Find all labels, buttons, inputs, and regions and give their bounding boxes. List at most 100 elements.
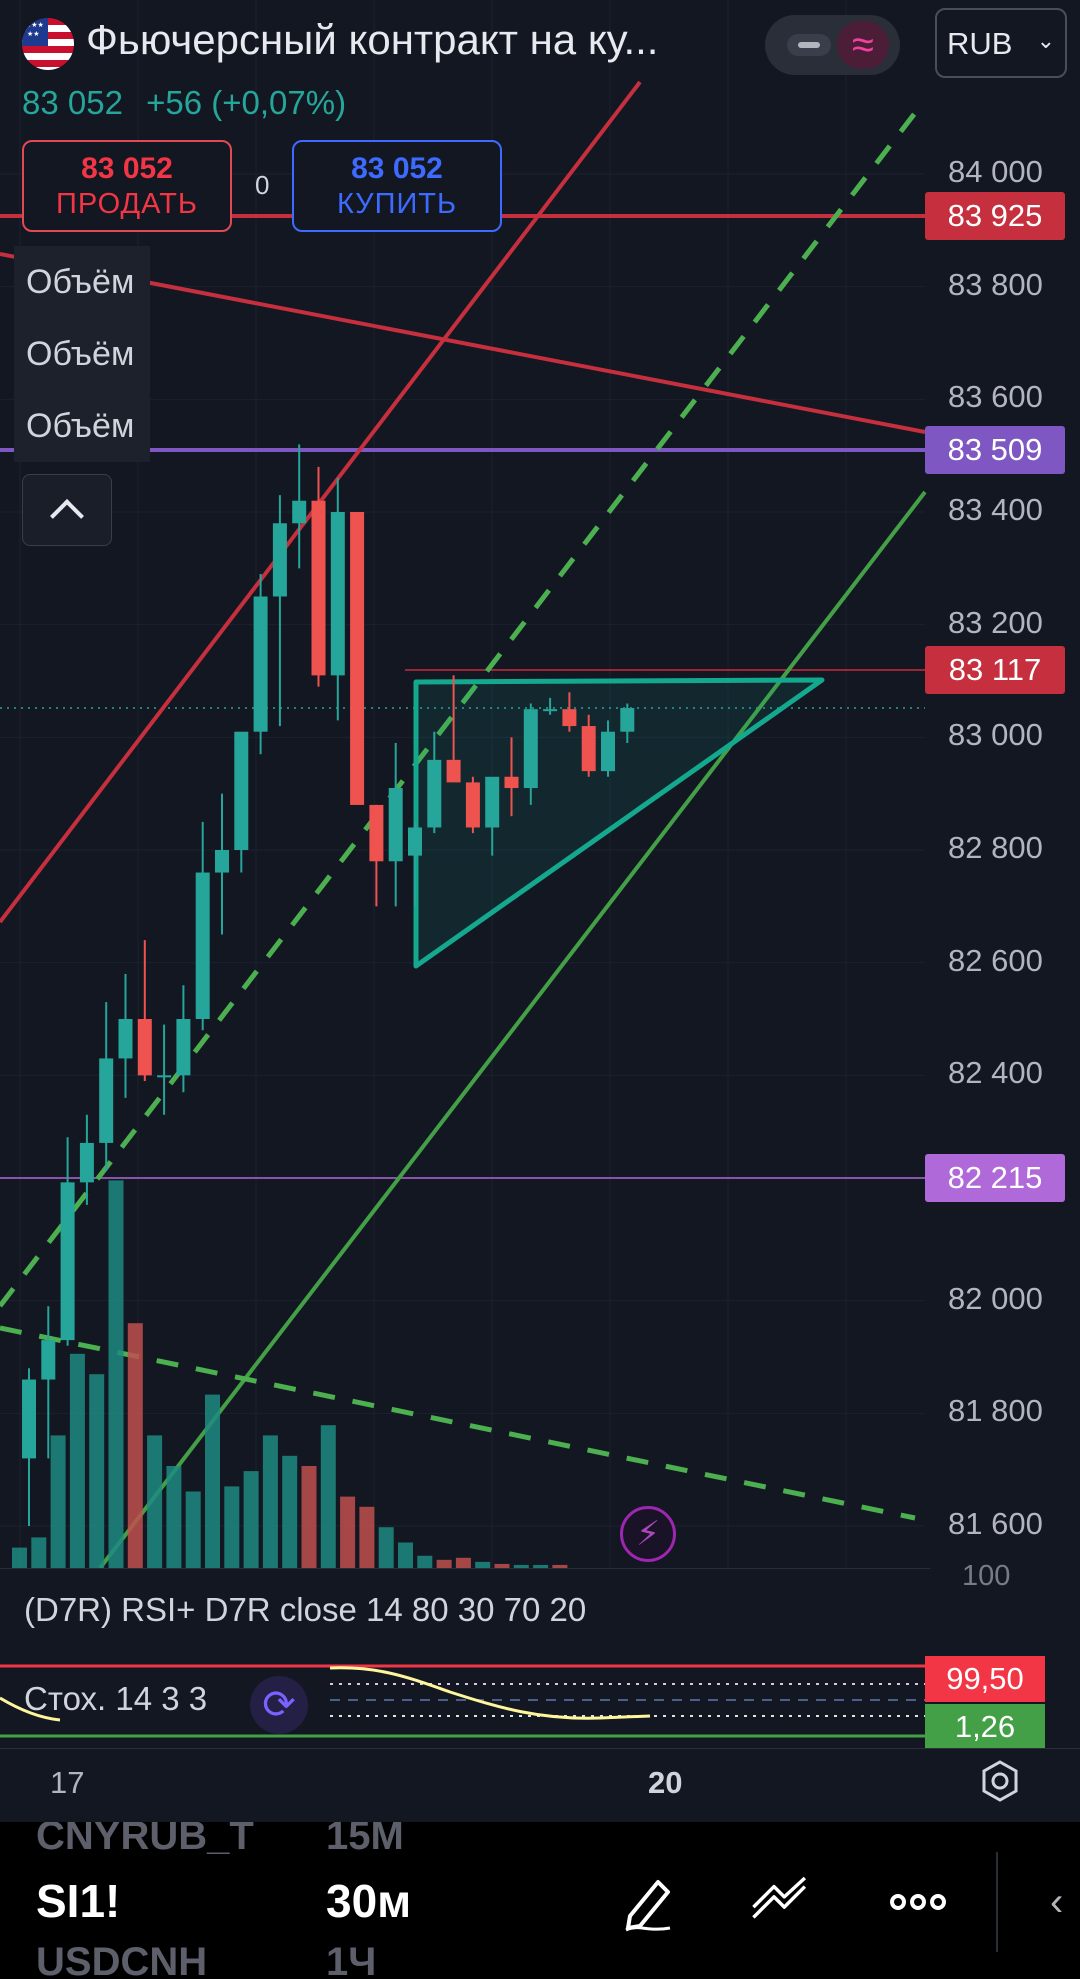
view-toggle[interactable]: ≈ [765,15,900,75]
refresh-icon[interactable]: ⟳ [250,1676,308,1734]
price-tag-82215: 82 215 [925,1154,1065,1202]
stoch-label[interactable]: Стох. 14 3 3 [24,1680,207,1718]
volume-bar [12,1547,27,1568]
ghost-timeframe: 15М [326,1822,404,1858]
candle-body [485,776,500,828]
candle-body [465,782,480,828]
volume-bar [398,1542,413,1568]
candle-body [581,726,596,772]
lightning-icon[interactable]: ⚡ [620,1506,676,1562]
currency-select[interactable]: RUB ⌄ [935,8,1067,78]
volume-indicator-label[interactable]: Объём [14,318,150,390]
currency-value: RUB [947,26,1013,61]
candle-body [601,731,615,772]
candle-body [311,500,326,676]
volume-bar [89,1374,105,1568]
volume-bar [417,1555,433,1568]
collapse-indicators-button[interactable] [22,474,112,546]
volume-bar [243,1471,259,1568]
volume-bar [320,1425,336,1568]
price-tick-label: 83 000 [948,717,1043,753]
ghost-timeframe: 1Ч [326,1940,377,1979]
us-flag-icon[interactable]: ★★★ ★★ [22,18,74,70]
price-tick-label: 82 400 [948,1055,1043,1091]
volume-bar [378,1527,394,1568]
volume-indicator-label[interactable]: Объём [14,390,150,462]
time-axis[interactable]: 17 20 [0,1748,1080,1821]
volume-bar [185,1491,201,1568]
price-tick-label: 84 000 [948,154,1043,189]
candle-body [523,709,538,789]
price-tick-label: 81 600 [948,1506,1043,1541]
trend-line-icon[interactable] [750,1872,810,1932]
sell-price: 83 052 [81,152,173,185]
price-chart[interactable] [0,0,1080,1568]
more-icon[interactable] [888,1872,948,1932]
price-tick-label: 83 600 [948,379,1043,415]
last-price: 83 052 [22,84,123,121]
volume-bar [455,1557,471,1568]
candle-body [215,850,229,873]
volume-bar [301,1466,317,1568]
pencil-icon[interactable] [618,1872,678,1932]
ghost-symbol: CNYRUB_T [36,1822,254,1858]
candle-body [446,759,461,783]
candle-body [41,1340,56,1380]
candle-body [350,512,365,805]
candle-body [272,523,287,597]
settings-icon[interactable] [978,1759,1022,1803]
price-tag-83925: 83 925 [925,192,1065,240]
volume-bar [69,1353,85,1568]
volume-bar [262,1435,278,1568]
sell-button[interactable]: 83 052 ПРОДАТЬ [22,140,232,232]
toolbar-divider [996,1852,998,1952]
candle-body [99,1058,114,1143]
price-tick-label: 83 200 [948,604,1043,640]
buy-price: 83 052 [351,152,443,185]
symbol-title[interactable]: Фьючерсный контракт на ку... [86,16,658,64]
candle-body [427,759,442,828]
candle-body [118,1019,133,1059]
timeframe-selector[interactable]: 30м [326,1874,411,1928]
candle-body [234,731,249,850]
stoch-pane[interactable]: Стох. 14 3 3 [0,1658,930,1748]
candle-body [620,708,635,732]
minus-icon[interactable] [787,34,831,56]
candle-body [504,776,519,789]
chevron-left-icon[interactable]: ‹ [1050,1880,1063,1925]
candle-body [176,1019,191,1076]
candle-body [562,709,577,727]
spread-value: 0 [255,170,270,200]
rsi-label[interactable]: (D7R) RSI+ D7R close 14 80 30 70 20 [24,1591,586,1629]
volume-bar [224,1486,240,1568]
candle-body [292,500,307,524]
price-change: +56 (+0,07%) [146,84,347,121]
candle-body [22,1379,36,1459]
volume-bar [50,1435,66,1568]
sell-label: ПРОДАТЬ [56,188,198,220]
wave-icon[interactable]: ≈ [837,21,889,69]
price-tick-label: 82 000 [948,1280,1043,1316]
symbol-selector[interactable]: SI1! [36,1874,120,1928]
price-tag-83509: 83 509 [925,426,1065,474]
candle-body [388,788,403,862]
chevron-down-icon: ⌄ [1036,28,1055,53]
price-tick-label: 83 800 [948,266,1043,302]
time-label: 20 [648,1765,683,1800]
candle-body [157,1075,172,1078]
candle-body [79,1142,94,1183]
rsi-pane[interactable]: (D7R) RSI+ D7R close 14 80 30 70 20 [0,1568,930,1659]
candle-body [330,512,345,676]
volume-bar [436,1559,452,1568]
volume-bar [147,1435,163,1568]
volume-bar [340,1496,356,1568]
price-tick-label: 82 800 [948,830,1043,865]
volume-bar [31,1537,47,1568]
candle-body [137,1019,152,1076]
price-summary: 83 052 +56 (+0,07%) [22,84,346,122]
volume-bar [282,1455,298,1568]
volume-indicator-label[interactable]: Объём [14,246,150,318]
time-label: 17 [50,1765,85,1800]
buy-button[interactable]: 83 052 КУПИТЬ [292,140,502,232]
stoch-upper-tag: 99,50 [925,1656,1045,1702]
